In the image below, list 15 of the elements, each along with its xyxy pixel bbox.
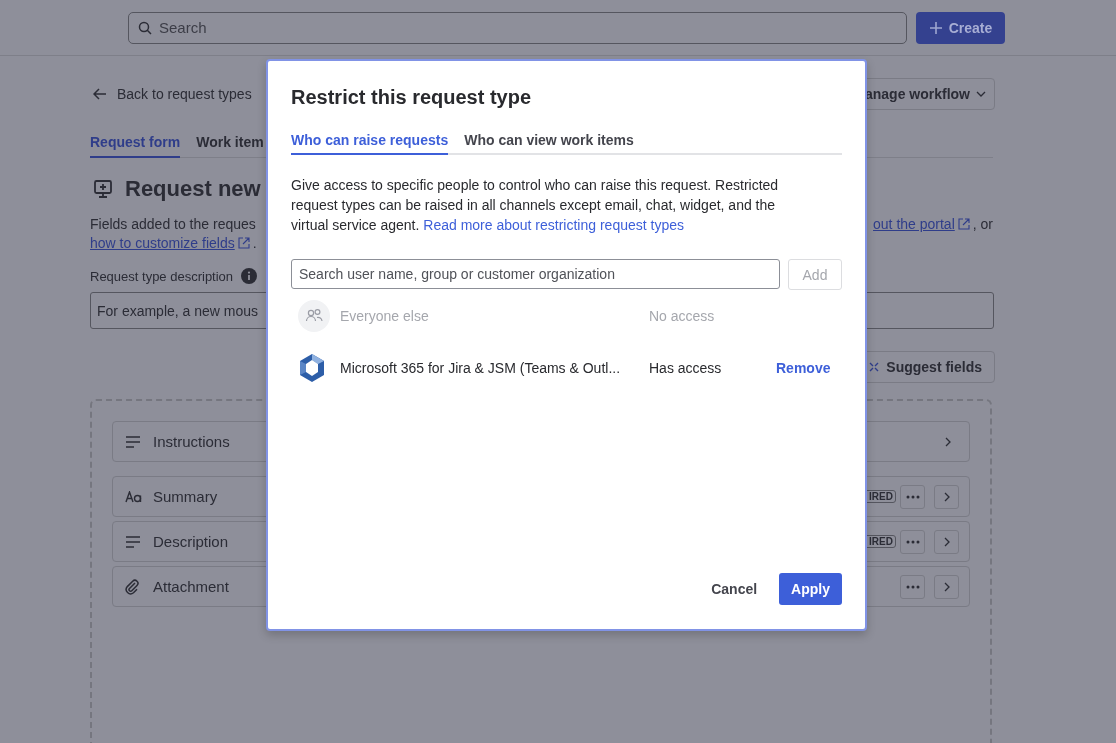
- dialog-title: Restrict this request type: [291, 86, 533, 109]
- page-title: Request new: [125, 176, 261, 202]
- intro-text-end: .: [252, 235, 257, 251]
- intro-text-end: , or: [972, 216, 993, 232]
- intro-text: Fields added to the reques: [90, 216, 256, 232]
- access-status: Has access: [649, 360, 723, 376]
- field-name: Attachment: [153, 578, 229, 595]
- access-name: Microsoft 365 for Jira & JSM (Teams & Outl...: [340, 360, 622, 376]
- field-name: Summary: [153, 488, 218, 505]
- field-name: Instructions: [153, 433, 230, 450]
- access-name: Everyone else: [340, 308, 430, 324]
- dialog-description: Give access to specific people to control who can raise this request. Restricted request types can be raised in all channels except email, chat, widget, and the virtual service agent. Read more about restricting request types: [291, 176, 780, 235]
- access-status: No access: [649, 308, 716, 324]
- field-name: Description: [153, 533, 229, 550]
- field-label: Request type description: [90, 268, 234, 284]
